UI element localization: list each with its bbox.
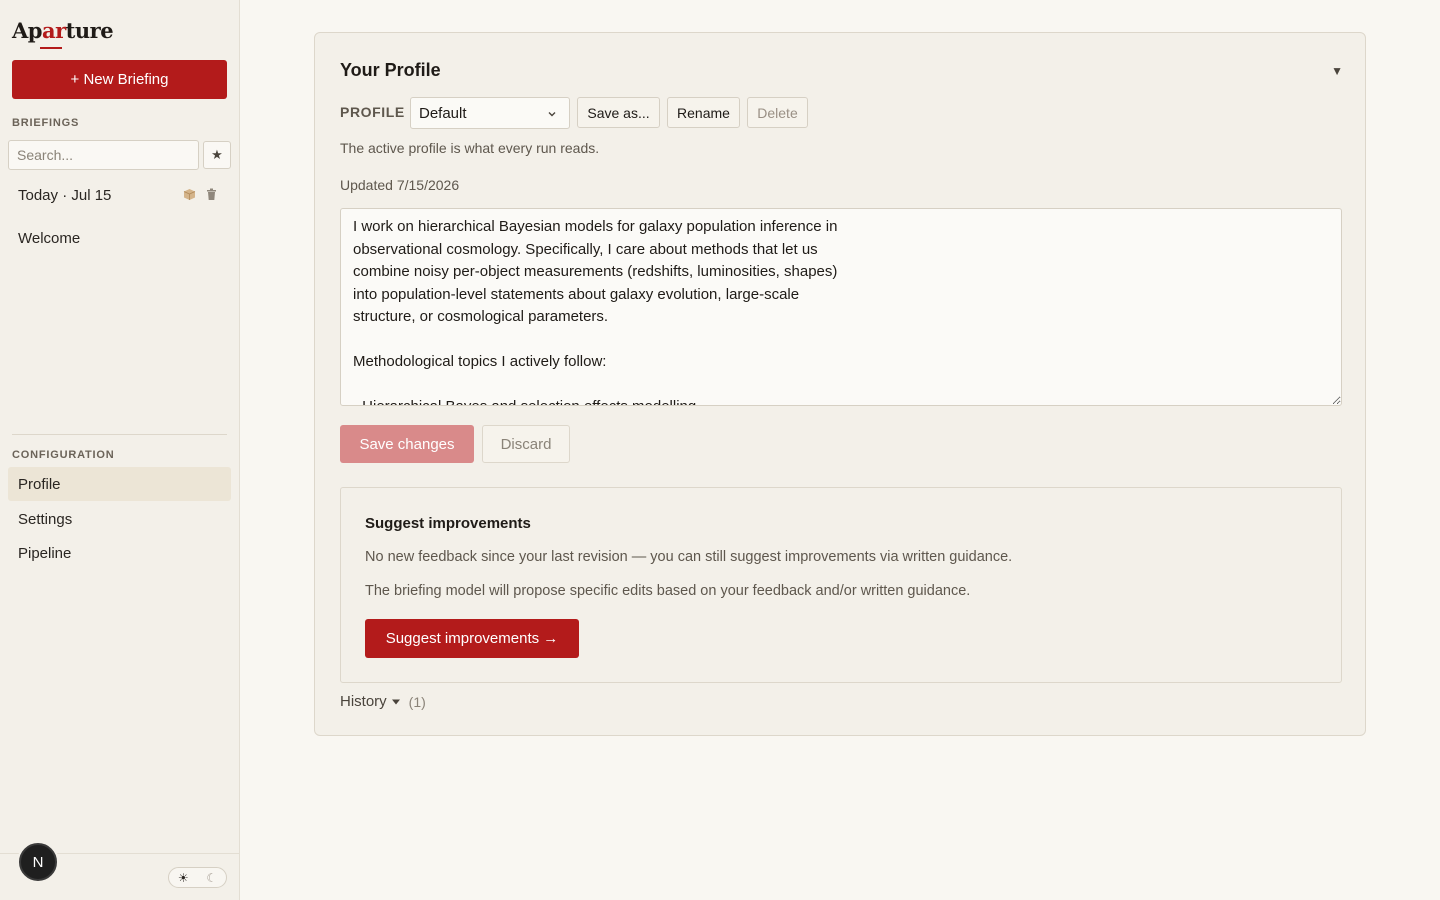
suggest-improvements-button[interactable]: Suggest improvements → <box>365 619 579 658</box>
page-title: Your Profile <box>340 60 441 80</box>
collapse-triangle-icon[interactable]: ▼ <box>1331 64 1343 78</box>
save-changes-button[interactable]: Save changes <box>340 425 474 463</box>
delete-button[interactable]: Delete <box>747 97 808 128</box>
history-toggle[interactable]: History (1) <box>340 693 426 710</box>
profile-select-value: Default <box>419 104 467 122</box>
user-avatar[interactable]: N <box>19 843 57 881</box>
suggest-title: Suggest improvements <box>365 515 531 532</box>
theme-toggle[interactable]: ☀ ☾ <box>168 867 227 888</box>
rename-button[interactable]: Rename <box>667 97 740 128</box>
sidebar-item-settings[interactable]: Settings <box>8 502 231 536</box>
briefing-item-label: Welcome <box>18 229 81 247</box>
suggest-description-text: The briefing model will propose specific… <box>365 583 971 599</box>
archive-icon[interactable] <box>183 188 196 201</box>
profile-card: Your Profile ▼ PROFILE Default Save as..… <box>314 32 1366 736</box>
sidebar-divider <box>12 434 227 435</box>
suggest-status-text: No new feedback since your last revision… <box>365 549 1013 565</box>
sidebar-item-pipeline[interactable]: Pipeline <box>8 536 231 570</box>
sidebar-item-profile[interactable]: Profile <box>8 467 231 501</box>
app-logo[interactable]: Aparture <box>12 18 114 43</box>
briefing-item-welcome[interactable]: Welcome <box>8 221 231 255</box>
suggest-improvements-panel: Suggest improvements No new feedback sin… <box>340 487 1342 683</box>
profile-select[interactable]: Default <box>410 97 570 129</box>
new-briefing-button[interactable]: + New Briefing <box>12 60 227 99</box>
profile-textarea[interactable] <box>340 208 1342 406</box>
logo-underline <box>40 47 62 49</box>
sidebar: Aparture + New Briefing BRIEFINGS ★ Toda… <box>0 0 240 900</box>
history-count: (1) <box>408 693 426 710</box>
configuration-heading: CONFIGURATION <box>12 449 115 461</box>
discard-button[interactable]: Discard <box>482 425 570 463</box>
moon-icon[interactable]: ☾ <box>206 871 217 885</box>
trash-icon[interactable] <box>206 188 217 201</box>
profile-label: PROFILE <box>340 104 405 120</box>
profile-helper-text: The active profile is what every run rea… <box>340 140 600 156</box>
caret-down-icon <box>391 699 400 704</box>
briefing-item-today[interactable]: Today · Jul 15 <box>8 178 231 212</box>
star-filter-icon[interactable]: ★ <box>203 141 231 169</box>
briefing-item-label: Today · Jul 15 <box>18 186 112 204</box>
chevron-down-icon <box>548 112 556 117</box>
briefing-search-input[interactable] <box>8 140 199 170</box>
sun-icon[interactable]: ☀ <box>178 871 189 885</box>
briefings-heading: BRIEFINGS <box>12 117 80 129</box>
history-label: History <box>340 693 387 710</box>
save-as-button[interactable]: Save as... <box>577 97 660 128</box>
updated-timestamp: Updated 7/15/2026 <box>340 177 460 193</box>
